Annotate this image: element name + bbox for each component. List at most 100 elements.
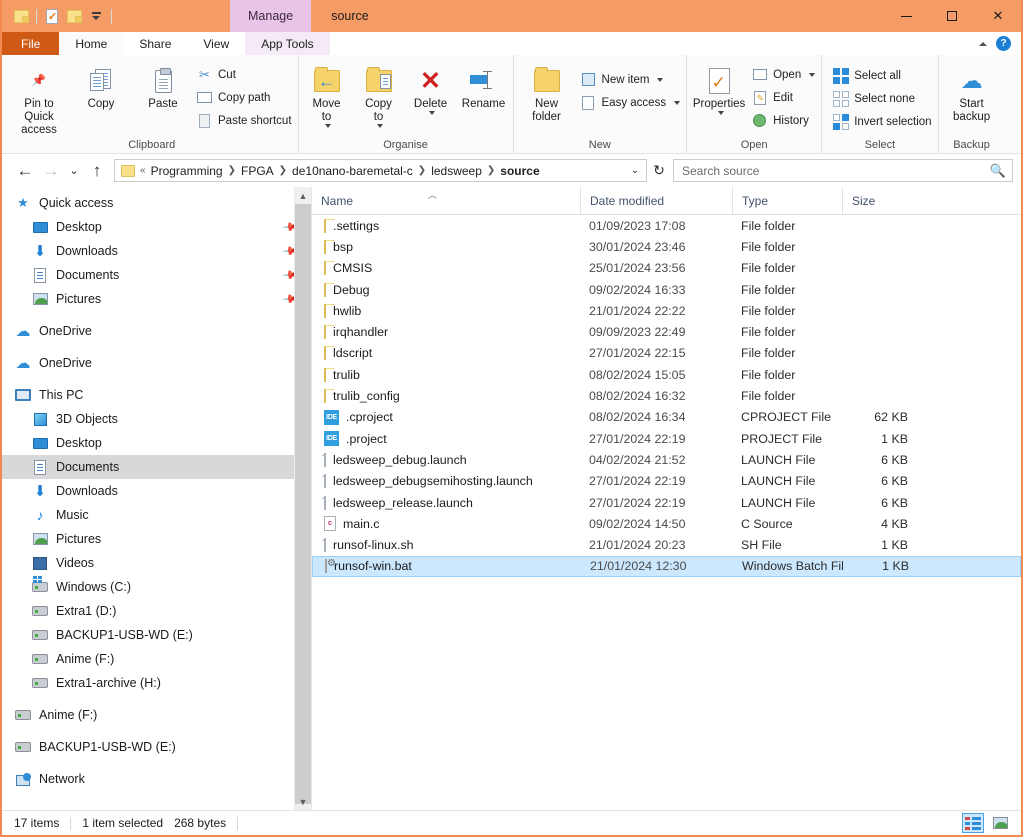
table-row[interactable]: trulib 08/02/2024 15:05 File folder: [312, 364, 1021, 385]
table-row[interactable]: Debug 09/02/2024 16:33 File folder: [312, 279, 1021, 300]
refresh-button[interactable]: ↻: [647, 159, 671, 182]
move-to-button[interactable]: ← Move to: [301, 60, 353, 128]
table-row[interactable]: runsof-linux.sh 21/01/2024 20:23 SH File 1 …: [312, 534, 1021, 555]
tab-view[interactable]: View: [187, 32, 246, 55]
new-item-button[interactable]: New item: [578, 69, 685, 90]
search-input[interactable]: Search source: [682, 164, 990, 178]
pin-to-quick-access-button[interactable]: 📌 Pin to Quick access: [8, 60, 70, 137]
breadcrumb-programming[interactable]: Programming: [148, 164, 226, 178]
folder-icon[interactable]: [63, 5, 85, 27]
breadcrumb-de10nano-baremetal-c[interactable]: de10nano-baremetal-c: [289, 164, 416, 178]
open-button[interactable]: Open: [749, 64, 819, 85]
select-none-button[interactable]: Select none: [830, 88, 935, 109]
delete-button[interactable]: ✕ Delete: [405, 60, 457, 115]
sidebar-item-desktop[interactable]: Desktop: [2, 431, 311, 455]
copy-path-button[interactable]: Copy path: [194, 87, 296, 108]
sidebar-item-extra1-d[interactable]: Extra1 (D:): [2, 599, 311, 623]
table-row[interactable]: ledsweep_release.launch 27/01/2024 22:19 L…: [312, 492, 1021, 513]
close-button[interactable]: ✕: [975, 0, 1021, 32]
sidebar-item-desktop[interactable]: Desktop 📌: [2, 215, 311, 239]
breadcrumb-separator-icon[interactable]: ❯: [226, 165, 238, 176]
sidebar-item-anime-f[interactable]: Anime (F:): [2, 647, 311, 671]
tab-home[interactable]: Home: [59, 32, 124, 55]
breadcrumb-separator-icon[interactable]: ❯: [277, 165, 289, 176]
chevron-down-icon[interactable]: [717, 111, 724, 115]
breadcrumb-fpga[interactable]: FPGA: [238, 164, 277, 178]
chevron-down-icon[interactable]: [657, 77, 664, 82]
properties-icon[interactable]: ✓: [41, 5, 63, 27]
paste-button[interactable]: Paste: [132, 60, 194, 111]
breadcrumb-source[interactable]: source: [497, 164, 542, 178]
sidebar-item-documents[interactable]: Documents: [2, 455, 311, 479]
address-bar[interactable]: « Programming ❯ FPGA ❯ de10nano-baremeta…: [114, 159, 647, 182]
customize-dropdown-icon[interactable]: [85, 5, 107, 27]
breadcrumb-ledsweep[interactable]: ledsweep: [428, 164, 485, 178]
sidebar-item-extra1-archive-h[interactable]: Extra1-archive (H:): [2, 671, 311, 695]
sidebar-item-onedrive[interactable]: ☁ OneDrive: [2, 351, 311, 375]
up-button[interactable]: ↑: [84, 159, 110, 183]
column-header-date-modified[interactable]: Date modified: [580, 187, 732, 214]
table-row[interactable]: irqhandler 09/09/2023 22:49 File folder: [312, 321, 1021, 342]
edit-button[interactable]: ✎ Edit: [749, 87, 819, 108]
table-row[interactable]: ledsweep_debug.launch 04/02/2024 21:52 LAU…: [312, 449, 1021, 470]
column-header-name[interactable]: Name ︿: [312, 187, 580, 214]
tab-app-tools[interactable]: App Tools: [245, 32, 330, 55]
table-row[interactable]: trulib_config 08/02/2024 16:32 File folder: [312, 385, 1021, 406]
tab-share[interactable]: Share: [123, 32, 188, 55]
forward-button[interactable]: →: [38, 159, 64, 183]
chevron-down-icon[interactable]: [377, 124, 384, 128]
tab-file[interactable]: File: [2, 32, 60, 55]
new-folder-button[interactable]: New folder: [516, 60, 578, 124]
sidebar-item-network[interactable]: Network: [2, 767, 311, 791]
table-row[interactable]: IDE .cproject 08/02/2024 16:34 CPROJECT Fil…: [312, 407, 1021, 428]
sidebar-item-videos[interactable]: Videos: [2, 551, 311, 575]
sidebar-item-backup1-usb-wd-e[interactable]: BACKUP1-USB-WD (E:): [2, 735, 311, 759]
sidebar-item-onedrive[interactable]: ☁ OneDrive: [2, 319, 311, 343]
help-icon[interactable]: ?: [996, 36, 1011, 51]
sidebar-item-this-pc[interactable]: This PC: [2, 383, 311, 407]
contextual-tab-manage[interactable]: Manage: [230, 0, 312, 32]
cut-button[interactable]: ✂ Cut: [194, 64, 296, 85]
table-row[interactable]: hwlib 21/01/2024 22:22 File folder: [312, 300, 1021, 321]
start-backup-button[interactable]: ☁ Start backup: [941, 60, 1003, 124]
large-icons-view-button[interactable]: [989, 813, 1011, 833]
search-box[interactable]: Search source 🔍: [673, 159, 1013, 182]
select-all-button[interactable]: Select all: [830, 65, 935, 86]
table-row[interactable]: c main.c 09/02/2024 14:50 C Source 4 KB: [312, 513, 1021, 534]
sidebar-item-pictures[interactable]: Pictures: [2, 527, 311, 551]
collapse-ribbon-icon[interactable]: [979, 41, 987, 46]
table-row[interactable]: IDE .project 27/01/2024 22:19 PROJECT File 1…: [312, 428, 1021, 449]
sidebar-item-music[interactable]: ♪ Music: [2, 503, 311, 527]
sidebar-item-anime-f[interactable]: Anime (F:): [2, 703, 311, 727]
table-row[interactable]: ledsweep_debugsemihosting.launch 27/01/20…: [312, 471, 1021, 492]
back-button[interactable]: ←: [12, 159, 38, 183]
easy-access-button[interactable]: Easy access: [578, 92, 685, 113]
breadcrumb-separator-icon[interactable]: ❯: [416, 165, 428, 176]
table-row[interactable]: .settings 01/09/2023 17:08 File folder: [312, 215, 1021, 236]
folder-icon[interactable]: [10, 5, 32, 27]
minimize-button[interactable]: [883, 0, 929, 32]
maximize-button[interactable]: [929, 0, 975, 32]
scrollbar-thumb[interactable]: [295, 204, 311, 804]
sidebar-item-backup1-usb-wd-e[interactable]: BACKUP1-USB-WD (E:): [2, 623, 311, 647]
rename-button[interactable]: Rename: [457, 60, 511, 111]
breadcrumb-separator-icon[interactable]: ❯: [485, 165, 497, 176]
properties-button[interactable]: ✓ Properties: [689, 60, 749, 115]
paste-shortcut-button[interactable]: Paste shortcut: [194, 110, 296, 131]
navigation-pane-scrollbar[interactable]: ▲ ▼: [294, 187, 311, 810]
sidebar-item-windows-c[interactable]: Windows (C:): [2, 575, 311, 599]
column-header-size[interactable]: Size: [842, 187, 920, 214]
column-header-type[interactable]: Type: [732, 187, 842, 214]
table-row[interactable]: CMSIS 25/01/2024 23:56 File folder: [312, 258, 1021, 279]
copy-to-button[interactable]: Copy to: [353, 60, 405, 128]
search-icon[interactable]: 🔍: [990, 163, 1006, 179]
chevron-down-icon[interactable]: [429, 111, 436, 115]
sidebar-item-quick-access[interactable]: ★ Quick access: [2, 191, 311, 215]
history-button[interactable]: History: [749, 110, 819, 131]
chevron-down-icon[interactable]: [809, 72, 816, 77]
sidebar-item-downloads[interactable]: ⬇ Downloads: [2, 479, 311, 503]
copy-button[interactable]: Copy: [70, 60, 132, 111]
invert-selection-button[interactable]: Invert selection: [830, 111, 935, 132]
sidebar-item-downloads[interactable]: ⬇ Downloads 📌: [2, 239, 311, 263]
table-row[interactable]: bsp 30/01/2024 23:46 File folder: [312, 236, 1021, 257]
